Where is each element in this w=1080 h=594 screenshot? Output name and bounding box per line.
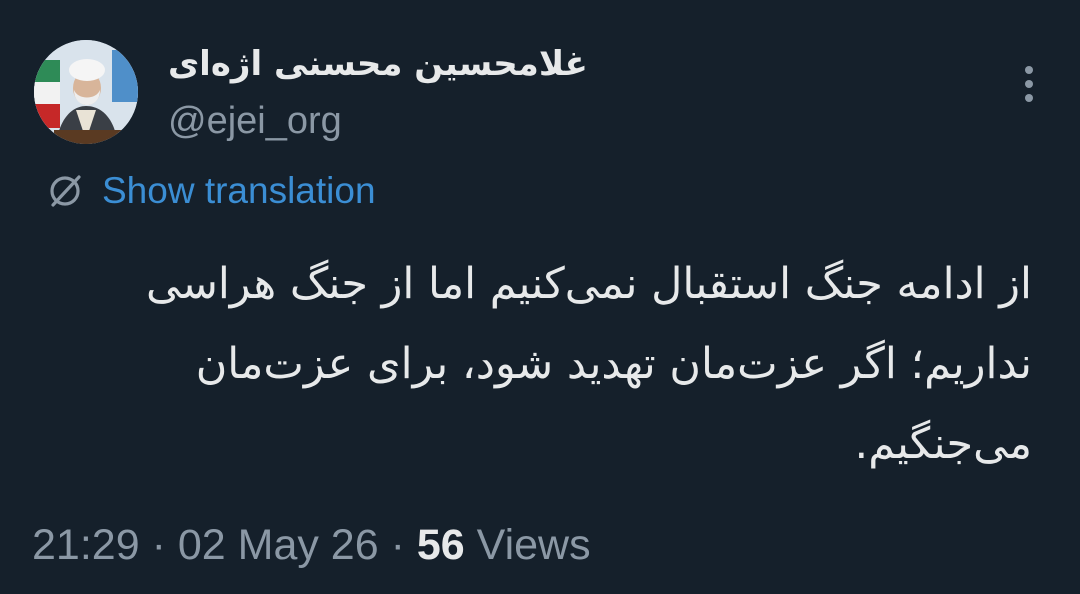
tweet-meta: 21:29 · 02 May 26 · 56 Views bbox=[32, 518, 591, 572]
tweet-text: از ادامه جنگ استقبال نمی‌کنیم اما از جنگ… bbox=[145, 259, 1032, 469]
author-name[interactable]: غلامحسین محسنی اژه‌ای bbox=[168, 40, 588, 88]
avatar-image bbox=[34, 40, 138, 144]
tweet-card: غلامحسین محسنی اژه‌ای @ejei_org Show tra… bbox=[0, 0, 1080, 594]
more-vertical-icon[interactable] bbox=[1016, 64, 1044, 104]
meta-separator: · bbox=[151, 521, 166, 569]
tweet-time[interactable]: 21:29 bbox=[32, 521, 140, 569]
views-count[interactable]: 56 bbox=[417, 521, 465, 569]
views-label[interactable]: Views bbox=[477, 521, 591, 569]
show-translation-label: Show translation bbox=[102, 170, 376, 211]
show-translation-button[interactable]: Show translation bbox=[44, 168, 376, 214]
meta-separator: · bbox=[390, 521, 405, 569]
avatar[interactable] bbox=[34, 40, 138, 144]
globe-translate-icon bbox=[50, 175, 81, 207]
author-handle[interactable]: @ejei_org bbox=[168, 98, 342, 144]
tweet-date[interactable]: 02 May 26 bbox=[178, 521, 379, 569]
